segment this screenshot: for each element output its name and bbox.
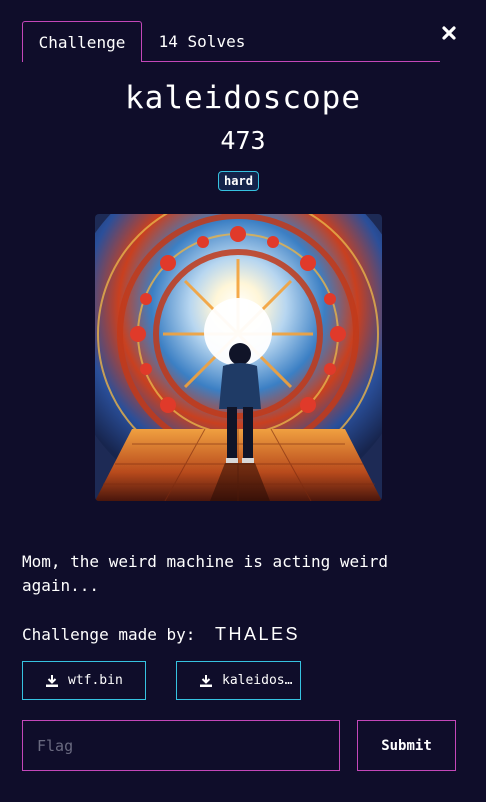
download-file-button[interactable]: wtf.bin [22, 661, 146, 700]
download-file-button[interactable]: kaleidoscope [176, 661, 301, 700]
challenge-points: 473 [220, 126, 266, 155]
tab-solves-label: 14 Solves [158, 32, 246, 51]
tab-underline [142, 61, 440, 62]
challenge-image [95, 214, 382, 501]
file-name: kaleidoscope [222, 673, 300, 688]
submit-button[interactable]: Submit [357, 720, 456, 771]
file-name: wtf.bin [68, 673, 123, 688]
challenge-description: Mom, the weird machine is acting weird a… [22, 552, 389, 595]
challenge-modal: Challenge 14 Solves kaleidoscope 473 har… [0, 0, 486, 802]
download-icon [200, 674, 212, 687]
tab-challenge-label: Challenge [38, 32, 126, 52]
made-by-label: Challenge made by: [22, 625, 206, 644]
difficulty-badge: hard [218, 171, 259, 191]
close-icon[interactable] [438, 22, 460, 44]
flag-input[interactable] [22, 720, 340, 771]
challenge-title: kaleidoscope [125, 80, 361, 116]
tab-challenge[interactable]: Challenge [22, 21, 142, 62]
author-line: Challenge made by: THALES [22, 624, 300, 645]
author-logo: THALES [215, 624, 301, 644]
download-icon [46, 674, 58, 687]
tab-solves[interactable]: 14 Solves [142, 21, 262, 62]
